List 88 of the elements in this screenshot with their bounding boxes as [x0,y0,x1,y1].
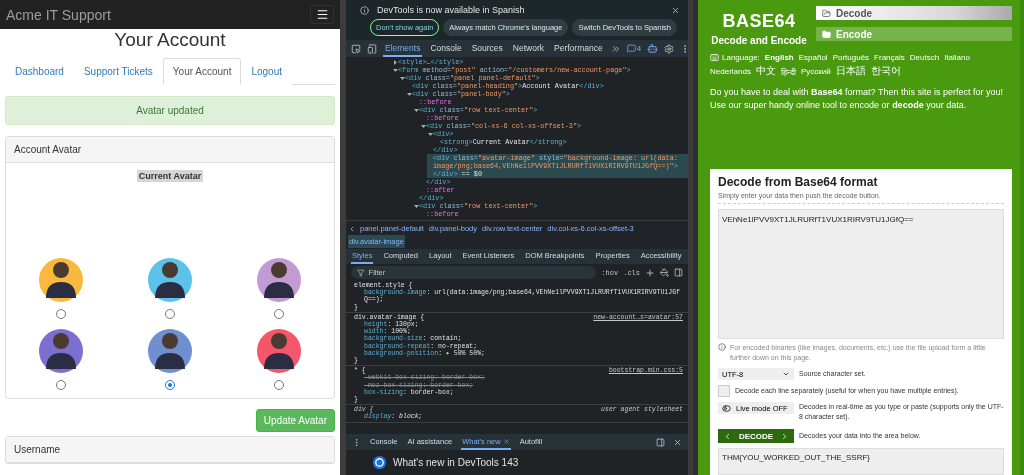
language-link[interactable]: हिन्दी [780,65,796,77]
site-nav-button[interactable]: Decode [816,6,1012,20]
decode-button[interactable]: DECODE [718,429,794,443]
chevrons-right-icon [610,43,621,54]
message-icon [626,44,636,53]
plus-icon [645,267,655,278]
brand-name[interactable]: Acme IT Support [6,6,111,23]
keyboard-icon [710,53,719,62]
more-tabs-button[interactable] [610,43,621,54]
inspect-button[interactable] [351,43,361,54]
whats-new-title: What's new in DevTools 143 [393,457,519,468]
language-link[interactable]: 中文 [755,64,776,78]
close-icon[interactable] [502,437,510,445]
devtools-tab[interactable]: Network [510,40,546,57]
output-field[interactable]: THM{YOU_WORKED_OUT_THE_SSRF} [718,448,1004,475]
nav-tab[interactable]: Your Account [162,58,242,85]
close-button[interactable] [671,5,680,15]
card-title: Decode from Base64 format [718,175,879,189]
drawer-menu-button[interactable] [352,437,361,447]
language-label: Language: [722,53,760,62]
menu-icon [315,8,329,21]
chevron-right-icon [780,431,789,441]
close-drawer-button[interactable] [673,437,682,447]
folder-icon [822,29,831,39]
avatar-radio[interactable] [55,309,66,319]
devtools-tab[interactable]: Elements [383,40,423,57]
language-link[interactable]: Русский [800,66,831,76]
page-heading: Your Account [113,30,227,50]
devtools-tab[interactable]: Performance [552,40,605,57]
panel-heading: Account Avatar [6,137,334,163]
logo-subtitle: Decode and Encode [711,35,807,46]
current-avatar-label: Current Avatar [136,170,204,182]
success-alert: Avatar updated [5,96,335,125]
language-link[interactable]: 한국어 [870,64,901,78]
more-icon [352,437,361,447]
collapse-triangle-icon[interactable] [406,92,412,97]
language-link[interactable]: Deutsch [909,53,940,62]
avatar-radio[interactable] [55,380,66,390]
notice-text: DevTools is now available in Spanish [377,5,526,15]
input-field[interactable]: VEhNe1lPVV9XT1JLRURfT1VUX1RIRV9TU1JGfQ== [718,209,1004,339]
filter-icon [357,268,365,277]
avatar-radio[interactable] [274,380,285,390]
collapse-triangle-icon[interactable] [413,204,419,209]
language-link[interactable]: English [764,53,794,62]
language-link[interactable]: Italiano [944,53,970,62]
panel-icon [656,437,665,447]
language-link[interactable]: Français [874,53,905,62]
issues-button[interactable]: 4 [626,44,642,53]
intro-text: Do you have to deal with Base64 format? Then this site is perfect for you! Use our super handy online tool to encode or decode your data. [710,86,1004,111]
language-link[interactable]: Español [798,53,828,62]
avatar-radio[interactable] [274,309,285,319]
menu-button[interactable] [310,5,334,24]
panel-heading: Username [6,437,334,463]
info-icon [360,5,369,15]
color-format-button[interactable] [660,268,669,277]
expand-triangle-icon[interactable] [392,60,398,65]
checkbox[interactable] [718,385,730,397]
devtools-logo-icon [372,455,387,470]
inspect-icon [351,43,361,54]
chevron-down-icon [782,370,790,378]
avatar-radio[interactable] [165,380,175,390]
language-link[interactable]: 日本語 [835,64,866,78]
language-link[interactable]: Nederlands [710,66,751,76]
assistant-button[interactable] [647,43,659,54]
devtools-tab[interactable]: Console [428,40,464,57]
chevron-left-icon [723,431,732,441]
collapse-triangle-icon[interactable] [413,108,419,113]
info-icon [718,343,726,351]
chevron-left-icon [348,224,356,233]
new-rule-button[interactable] [645,267,655,278]
language-link[interactable]: Português [832,53,870,62]
settings-button[interactable] [664,43,675,54]
site-logo[interactable]: BASE64 Decode and Encode [710,6,808,46]
device-icon [367,43,377,54]
settings-icon [664,43,675,54]
logo-title: BASE64 [722,11,796,32]
panel-icon [674,268,683,277]
bot-icon [647,43,659,54]
scroll-left-button[interactable] [348,224,356,233]
folder-icon [822,8,831,18]
dock-button[interactable] [656,437,665,447]
paint-bucket-icon [660,268,669,277]
close-icon [673,437,682,447]
toggle-sidebar-button[interactable] [674,268,683,277]
close-icon [671,5,680,15]
device-toolbar-button[interactable] [367,43,377,54]
devtools-tab[interactable]: Sources [469,40,505,57]
avatar-radio[interactable] [165,309,175,319]
